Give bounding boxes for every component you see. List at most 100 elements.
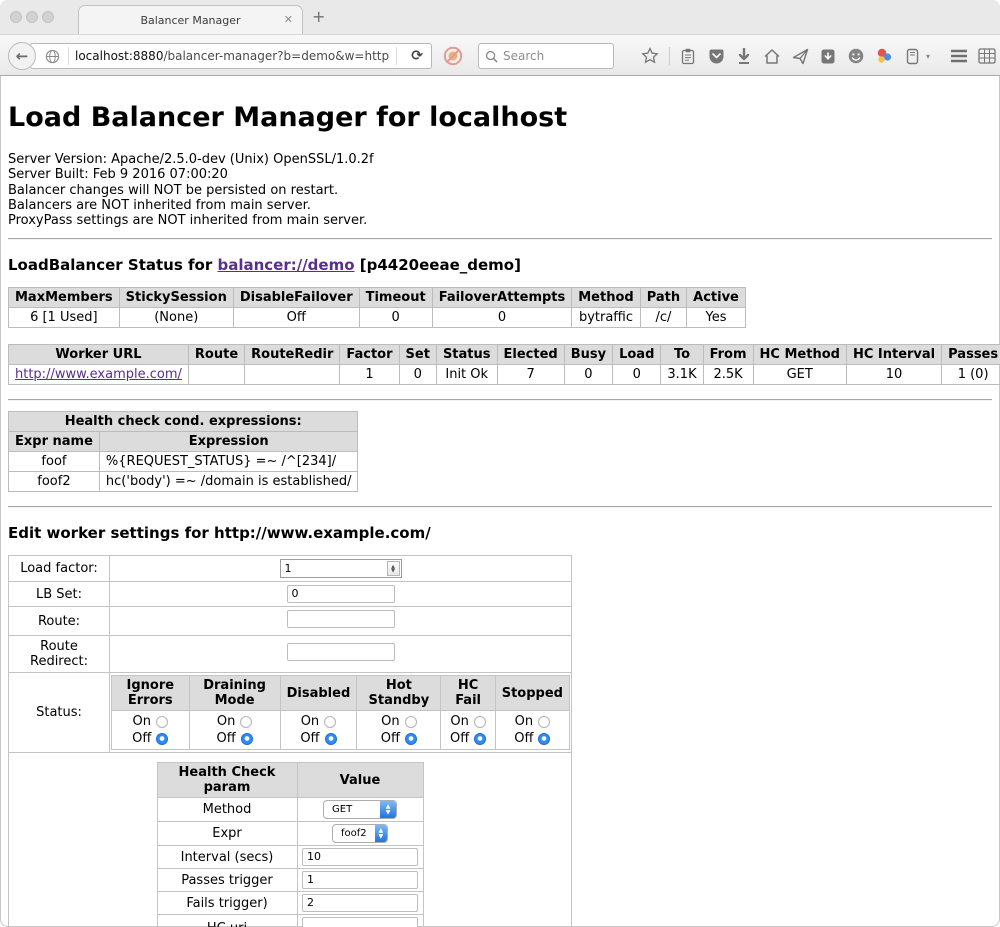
route-input[interactable] bbox=[287, 610, 395, 628]
server-built-line: Server Built: Feb 9 2016 07:00:20 bbox=[8, 167, 992, 182]
hot-standby-on-radio[interactable] bbox=[405, 716, 417, 728]
draining-mode-on-radio[interactable] bbox=[240, 716, 252, 728]
hc-passes-input[interactable]: 1 bbox=[302, 871, 418, 889]
radio-off-label: Off bbox=[514, 730, 533, 747]
column-header: Health Check param bbox=[157, 763, 297, 798]
hc-interval-input[interactable]: 10 bbox=[302, 848, 418, 866]
chevron-down-icon[interactable]: ▾ bbox=[926, 52, 930, 61]
column-header: Load bbox=[613, 345, 661, 365]
hc-fail-on-radio[interactable] bbox=[474, 716, 486, 728]
window-close-button[interactable] bbox=[10, 11, 22, 23]
hc-method-select[interactable]: GET ▲▼ bbox=[323, 800, 397, 819]
save-box-icon[interactable] bbox=[819, 47, 838, 66]
window-zoom-button[interactable] bbox=[42, 11, 54, 23]
status-heading-suffix: [p4420eeae_demo] bbox=[355, 256, 521, 274]
home-icon[interactable] bbox=[763, 47, 782, 66]
window-minimize-button[interactable] bbox=[26, 11, 38, 23]
hc-uri-input[interactable] bbox=[302, 917, 418, 927]
cell-to: 3.1K bbox=[661, 365, 703, 385]
lb-set-input[interactable]: 0 bbox=[287, 585, 395, 603]
hc-row-uri: HC uri bbox=[157, 915, 423, 927]
radio-off-label: Off bbox=[132, 730, 151, 747]
hc-interval-cell: 10 bbox=[297, 846, 423, 869]
edit-worker-form: Load factor: 1 ▲▼ LB Set: 0 Route: Route… bbox=[8, 555, 572, 927]
edit-worker-heading: Edit worker settings for http://www.exam… bbox=[8, 524, 992, 542]
disabled-on-radio[interactable] bbox=[324, 716, 336, 728]
star-icon[interactable] bbox=[641, 47, 660, 66]
form-row-load-factor: Load factor: 1 ▲▼ bbox=[9, 556, 572, 582]
stopped-on-radio[interactable] bbox=[538, 716, 550, 728]
table-header-row: Expr name Expression bbox=[9, 432, 358, 452]
health-check-param-table: Health Check param Value Method GET ▲▼ bbox=[157, 762, 424, 927]
select-arrows-icon: ▲▼ bbox=[375, 825, 387, 842]
hc-uri-label: HC uri bbox=[157, 915, 297, 927]
smiley-icon[interactable] bbox=[847, 47, 866, 66]
ignore-errors-on-radio[interactable] bbox=[156, 716, 168, 728]
column-header: Route bbox=[188, 345, 244, 365]
cell-timeout: 0 bbox=[359, 308, 432, 328]
radio-off-label: Off bbox=[216, 730, 235, 747]
send-icon[interactable] bbox=[791, 47, 810, 66]
hc-fails-input[interactable]: 2 bbox=[302, 894, 418, 912]
table-header-row: Worker URL Route RouteRedir Factor Set S… bbox=[9, 345, 1000, 365]
status-header-row: Ignore Errors Draining Mode Disabled Hot… bbox=[112, 676, 570, 711]
route-redirect-cell bbox=[110, 636, 572, 673]
health-check-expressions-table: Health check cond. expressions: Expr nam… bbox=[8, 411, 358, 492]
cell-disablefailover: Off bbox=[233, 308, 359, 328]
pocket-icon[interactable] bbox=[707, 47, 726, 66]
cell-hc-method: GET bbox=[753, 365, 846, 385]
tab-bar: Balancer Manager ✕ + bbox=[0, 0, 1000, 34]
load-factor-input[interactable]: 1 ▲▼ bbox=[280, 559, 402, 578]
status-radio-table: Ignore Errors Draining Mode Disabled Hot… bbox=[111, 675, 570, 750]
hot-standby-off-radio[interactable] bbox=[405, 733, 417, 745]
balancer-demo-link[interactable]: balancer://demo bbox=[217, 256, 354, 274]
hamburger-menu-icon[interactable] bbox=[949, 47, 968, 66]
hc-row-method: Method GET ▲▼ bbox=[157, 798, 423, 822]
column-header: Hot Standby bbox=[357, 676, 441, 711]
worker-url-link[interactable]: http://www.example.com/ bbox=[15, 367, 182, 382]
status-cell: Ignore Errors Draining Mode Disabled Hot… bbox=[110, 673, 572, 753]
stopped-off-radio[interactable] bbox=[538, 733, 550, 745]
column-header: Set bbox=[399, 345, 436, 365]
cell-elected: 7 bbox=[497, 365, 564, 385]
column-header: To bbox=[661, 345, 703, 365]
url-text[interactable]: localhost:8880/balancer-manager?b=demo&w… bbox=[75, 49, 390, 63]
radio-off-label: Off bbox=[381, 730, 400, 747]
hc-expr-label: Expr bbox=[157, 822, 297, 846]
clipboard-icon[interactable] bbox=[679, 47, 698, 66]
balancer-status-table: MaxMembers StickySession DisableFailover… bbox=[8, 287, 746, 328]
sidebar-panel-icon[interactable] bbox=[903, 47, 922, 66]
toolbar-icons: ▾ bbox=[641, 43, 996, 69]
tab-balancer-manager[interactable]: Balancer Manager ✕ bbox=[78, 5, 303, 34]
number-stepper-icon[interactable]: ▲▼ bbox=[387, 561, 400, 576]
colored-dots-icon[interactable] bbox=[875, 47, 894, 66]
grid-icon[interactable] bbox=[977, 47, 996, 66]
table-title-row: Health check cond. expressions: bbox=[9, 412, 358, 432]
ignore-errors-off-radio[interactable] bbox=[156, 733, 168, 745]
hc-row-expr: Expr foof2 ▲▼ bbox=[157, 822, 423, 846]
cell-method: bytraffic bbox=[572, 308, 640, 328]
download-arrow-icon[interactable] bbox=[735, 47, 754, 66]
disabled-off-radio[interactable] bbox=[325, 733, 337, 745]
load-factor-cell: 1 ▲▼ bbox=[110, 556, 572, 582]
lb-set-cell: 0 bbox=[110, 582, 572, 607]
reload-icon[interactable]: ⟳ bbox=[403, 48, 431, 64]
cell-route bbox=[188, 365, 244, 385]
hc-expr-select[interactable]: foof2 ▲▼ bbox=[332, 824, 388, 843]
health-check-cell: Health Check param Value Method GET ▲▼ bbox=[9, 753, 572, 927]
tab-close-icon[interactable]: ✕ bbox=[284, 14, 293, 25]
draining-mode-off-radio[interactable] bbox=[241, 733, 253, 745]
url-bar[interactable]: localhost:8880/balancer-manager?b=demo&w… bbox=[30, 43, 432, 69]
lb-set-label: LB Set: bbox=[9, 582, 110, 607]
column-header: Elected bbox=[497, 345, 564, 365]
route-redirect-input[interactable] bbox=[287, 643, 395, 661]
column-header: Timeout bbox=[359, 288, 432, 308]
back-button[interactable]: ← bbox=[8, 42, 36, 70]
cell-status: Init Ok bbox=[436, 365, 497, 385]
hc-fail-off-radio[interactable] bbox=[474, 733, 486, 745]
column-header: From bbox=[703, 345, 753, 365]
new-tab-button[interactable]: + bbox=[312, 9, 325, 25]
content-blocked-icon[interactable] bbox=[443, 46, 463, 66]
search-bar[interactable]: Search bbox=[478, 43, 614, 69]
form-row-route: Route: bbox=[9, 607, 572, 636]
